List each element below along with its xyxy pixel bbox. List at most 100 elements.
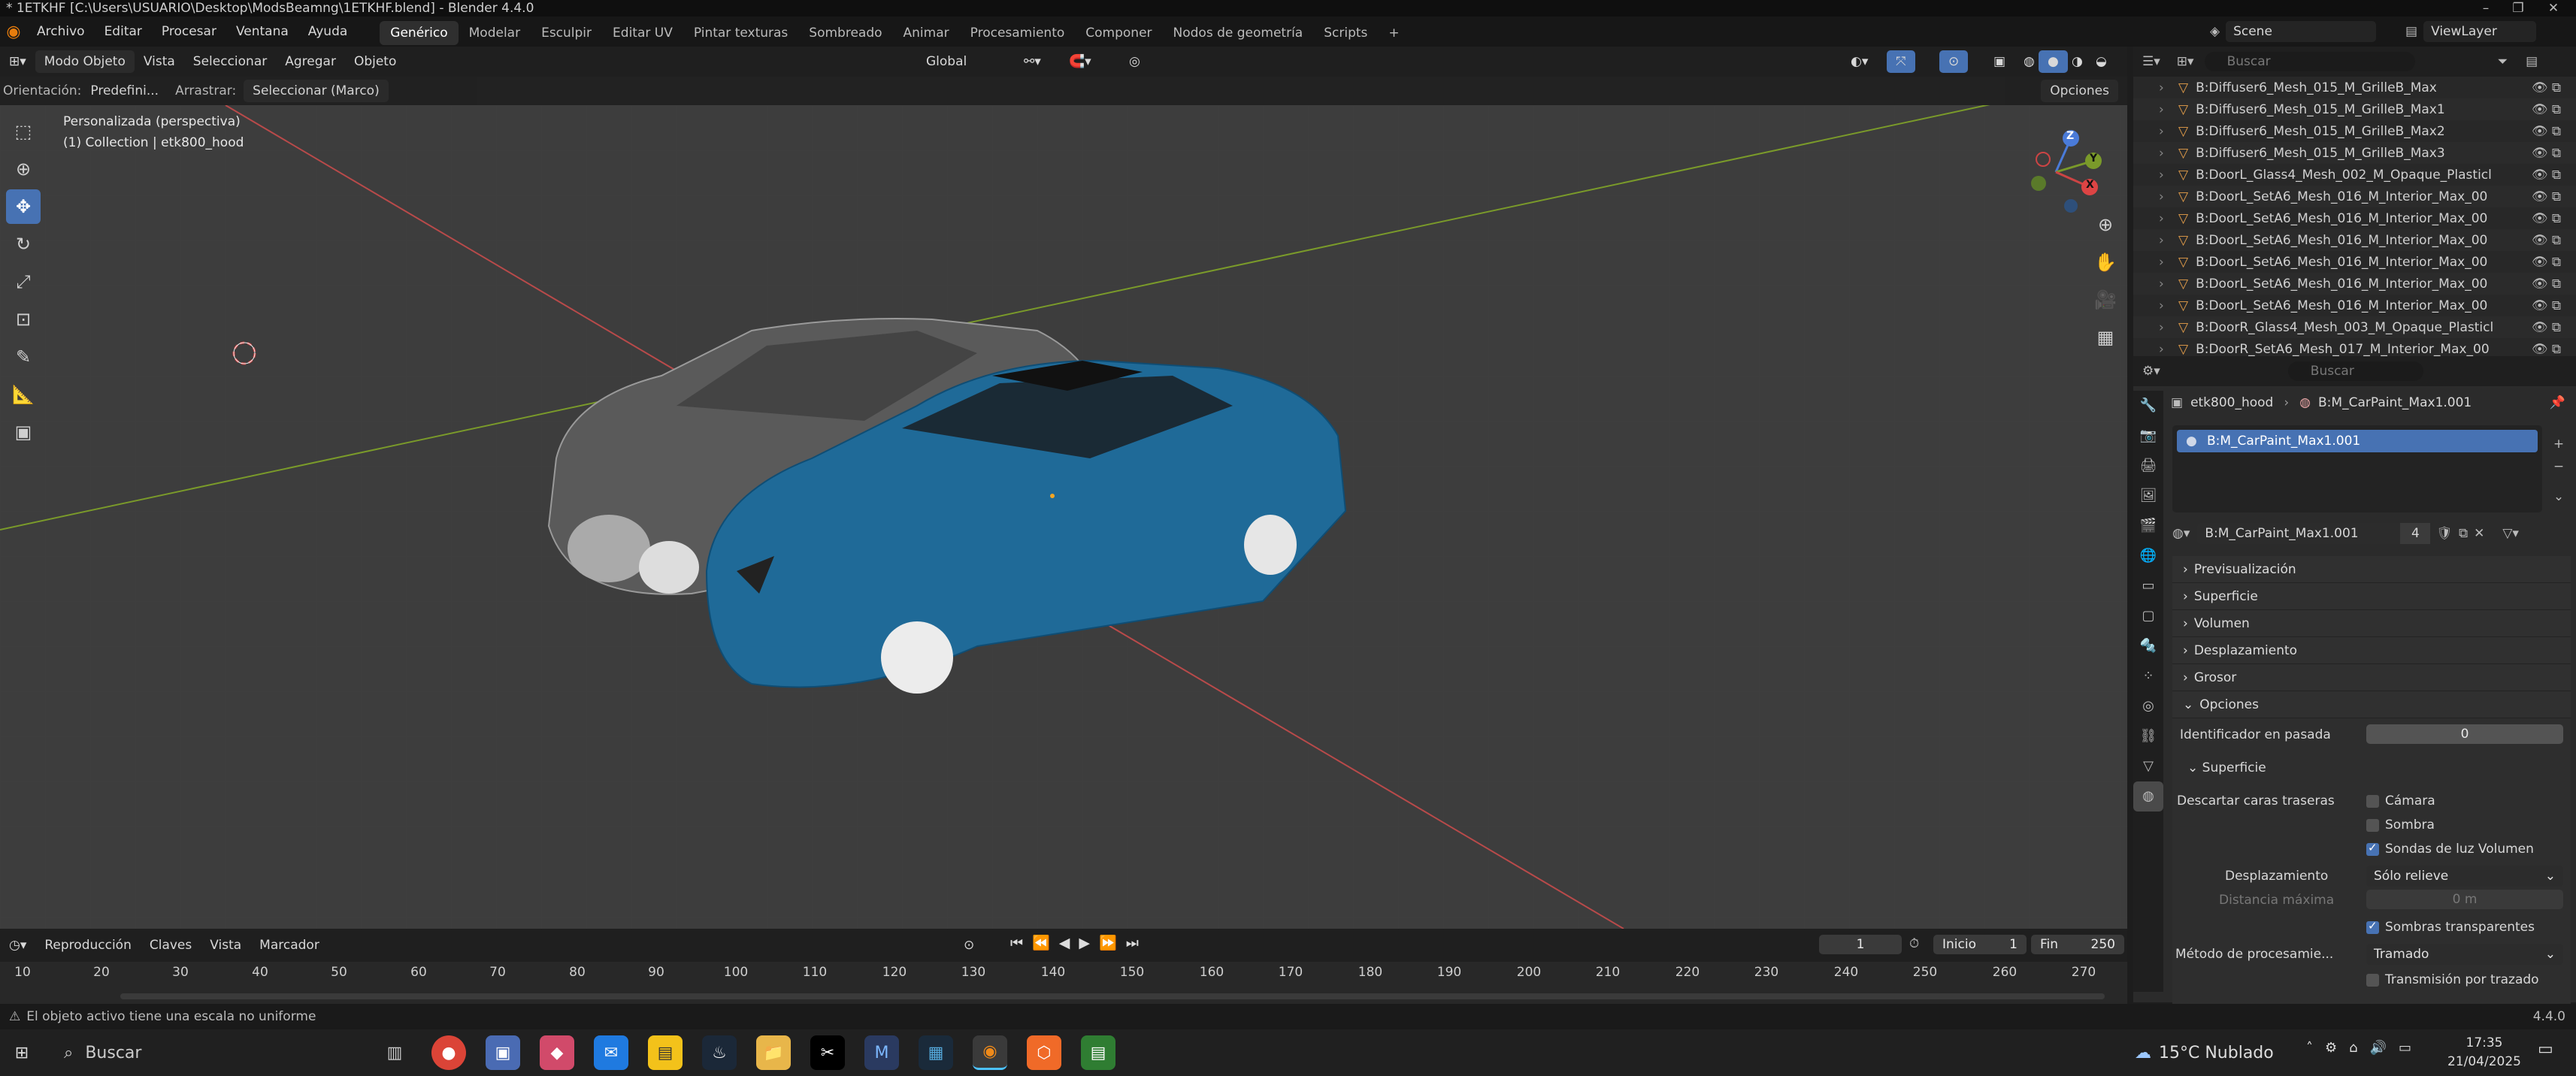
blender-logo-icon[interactable]: ◉ [0, 23, 27, 41]
tab-nodos-geometria[interactable]: Nodos de geometría [1163, 21, 1314, 45]
material-slot-item[interactable]: ● B:M_CarPaint_Max1.001 [2177, 430, 2538, 452]
material-browse-icon[interactable]: ◍▾ [2172, 526, 2190, 541]
menu-claves[interactable]: Claves [141, 934, 201, 957]
mode-selector[interactable]: Modo Objeto [35, 50, 135, 73]
outliner-item[interactable]: › ▽ B:DoorL_SetA6_Mesh_016_M_Interior_Max_… [2133, 295, 2576, 316]
view-layer-selector[interactable]: ViewLayer [2423, 21, 2537, 42]
properties-editor-icon[interactable]: ⚙▾ [2142, 364, 2160, 379]
modifier-tab-icon[interactable]: 🔩 [2133, 631, 2163, 661]
blender-taskbar-icon[interactable]: ◉ [973, 1035, 1007, 1070]
light-probe-checkbox[interactable]: Sondas de luz Volumen [2366, 841, 2534, 857]
backface-camera-checkbox[interactable]: Cámara [2366, 793, 2435, 809]
view-layer-tab-icon[interactable]: 🖼 [2133, 481, 2163, 511]
displacement-dropdown[interactable]: Sólo relieve ⌄ [2366, 866, 2563, 887]
menu-marcador[interactable]: Marcador [250, 934, 328, 957]
menu-seleccionar[interactable]: Seleccionar [184, 50, 276, 73]
jump-end-icon[interactable]: ⏭ [1126, 935, 1139, 951]
play-icon[interactable]: ▶ [1079, 935, 1090, 951]
auto-key-icon[interactable]: ⊙ [955, 934, 983, 957]
transparent-shadows-checkbox[interactable]: Sombras transparentes [2366, 919, 2535, 935]
outliner-item[interactable]: › ▽ B:Diffuser6_Mesh_015_M_GrilleB_Max1 👁 ⧉ [2133, 98, 2576, 120]
scene-tab-icon[interactable]: 🎬 [2133, 511, 2163, 541]
transform-tool-icon[interactable]: ⊡ [6, 302, 41, 337]
annotate-tool-icon[interactable]: ✎ [6, 340, 41, 374]
panel-opciones[interactable]: ⌄ Opciones [2172, 691, 2571, 718]
backface-shadow-checkbox[interactable]: Sombra [2366, 818, 2435, 833]
physics-tab-icon[interactable]: ◎ [2133, 691, 2163, 721]
prev-keyframe-icon[interactable]: ⏪ [1032, 934, 1050, 951]
sticky-notes-icon[interactable]: ▤ [648, 1035, 683, 1070]
menu-archivo[interactable]: Archivo [27, 17, 95, 47]
current-frame-field[interactable]: 1 [1819, 935, 1902, 954]
calculator-icon[interactable]: ▦ [919, 1035, 953, 1070]
clock-icon[interactable]: ⏱ [1909, 936, 1919, 951]
steam-icon[interactable]: ♨ [702, 1035, 737, 1070]
scale-tool-icon[interactable]: ⤢ [6, 264, 41, 299]
tab-pintar-texturas[interactable]: Pintar texturas [683, 21, 798, 45]
visibility-icon[interactable]: ◐▾ [1842, 50, 1877, 73]
xray-icon[interactable]: ▣ [1984, 50, 2014, 73]
3d-viewport[interactable]: Personalizada (perspectiva) (1) Collecti… [0, 105, 2127, 929]
camera-view-icon[interactable]: 🎥 [2088, 283, 2123, 317]
pass-index-field[interactable]: 0 [2366, 724, 2563, 744]
app-icon-4[interactable]: ⬡ [1027, 1035, 1061, 1070]
tab-esculpir[interactable]: Esculpir [531, 21, 602, 45]
options-dropdown[interactable]: Opciones [2041, 80, 2118, 102]
drag-dropdown[interactable]: Seleccionar (Marco) [244, 80, 389, 102]
file-explorer-icon[interactable]: 📁 [756, 1035, 791, 1070]
app-icon-2[interactable]: ◆ [540, 1035, 574, 1070]
measure-tool-icon[interactable]: 📐 [6, 377, 41, 412]
timeline-editor-icon[interactable]: ◷▾ [0, 934, 35, 957]
tool-tab-icon[interactable]: 🔧 [2133, 391, 2163, 421]
menu-ventana[interactable]: Ventana [226, 17, 298, 47]
menu-objeto[interactable]: Objeto [345, 50, 405, 73]
tray-chevron-icon[interactable]: ˄ [2306, 1040, 2313, 1056]
battery-icon[interactable]: ▭ [2399, 1040, 2411, 1056]
gizmo-toggle-icon[interactable]: ⤧ [1887, 50, 1915, 73]
tab-generico[interactable]: Genérico [380, 21, 459, 45]
jump-start-icon[interactable]: ⏮ [1010, 935, 1023, 951]
windows-start-icon[interactable]: ⊞ [5, 1035, 39, 1070]
fake-user-icon[interactable]: 🛡 [2436, 526, 2453, 541]
notifications-icon[interactable]: ▭ [2538, 1040, 2553, 1059]
constraints-tab-icon[interactable]: ⛓ [2133, 721, 2163, 751]
next-keyframe-icon[interactable]: ⏩ [1099, 934, 1117, 951]
outliner-item[interactable]: › ▽ B:DoorL_SetA6_Mesh_016_M_Interior_Max_… [2133, 207, 2576, 229]
move-tool-icon[interactable]: ✥ [6, 189, 41, 224]
play-reverse-icon[interactable]: ◀ [1059, 935, 1070, 951]
network-icon[interactable]: ⌂ [2349, 1040, 2357, 1056]
world-tab-icon[interactable]: 🌐 [2133, 541, 2163, 571]
app-icon-5[interactable]: ▤ [1081, 1035, 1115, 1070]
tab-animar[interactable]: Animar [893, 21, 960, 45]
pan-hand-icon[interactable]: ✋ [2088, 245, 2123, 280]
pin-icon[interactable]: 📌 [2550, 395, 2565, 410]
panel-superficie[interactable]: › Superficie [2172, 583, 2571, 610]
tab-scripts[interactable]: Scripts [1313, 21, 1378, 45]
app-icon-1[interactable]: ▣ [486, 1035, 520, 1070]
panel-desplazamiento[interactable]: › Desplazamiento [2172, 637, 2571, 664]
cursor-tool-icon[interactable]: ⊕ [6, 152, 41, 186]
tray-app-icon[interactable]: ⚙ [2325, 1040, 2337, 1056]
rotate-tool-icon[interactable]: ↻ [6, 227, 41, 261]
ortho-grid-icon[interactable]: ▦ [2088, 320, 2123, 355]
zoom-icon[interactable]: ⊕ [2088, 207, 2123, 242]
users-count[interactable]: 4 [2400, 523, 2431, 544]
material-name-field[interactable]: B:M_CarPaint_Max1.001 [2197, 523, 2401, 544]
volume-icon[interactable]: 🔊 [2370, 1040, 2387, 1056]
tab-procesamiento[interactable]: Procesamiento [960, 21, 1076, 45]
menu-reproduccion[interactable]: Reproducción [35, 934, 140, 957]
clock[interactable]: 17:35 21/04/2025 [2443, 1034, 2526, 1071]
object-tab-icon[interactable]: ▢ [2133, 601, 2163, 631]
raytrace-transmission-checkbox[interactable]: Transmisión por trazado [2366, 972, 2539, 987]
data-tab-icon[interactable]: ▽ [2133, 751, 2163, 781]
end-frame-field[interactable]: Fin 250 [2031, 935, 2124, 954]
shading-rendered-icon[interactable]: ◒ [2087, 50, 2116, 73]
task-view-icon[interactable]: ▥ [377, 1035, 412, 1070]
proportional-edit-icon[interactable]: ◎ [1120, 50, 1149, 73]
outliner-search-input[interactable]: Buscar [2204, 52, 2415, 71]
editor-type-icon[interactable]: ⊞▾ [0, 50, 35, 73]
overlays-toggle-icon[interactable]: ⊙ [1939, 50, 1969, 73]
output-tab-icon[interactable]: 🖨 [2133, 451, 2163, 481]
tab-componer[interactable]: Componer [1075, 21, 1162, 45]
menu-vista-timeline[interactable]: Vista [201, 934, 250, 957]
